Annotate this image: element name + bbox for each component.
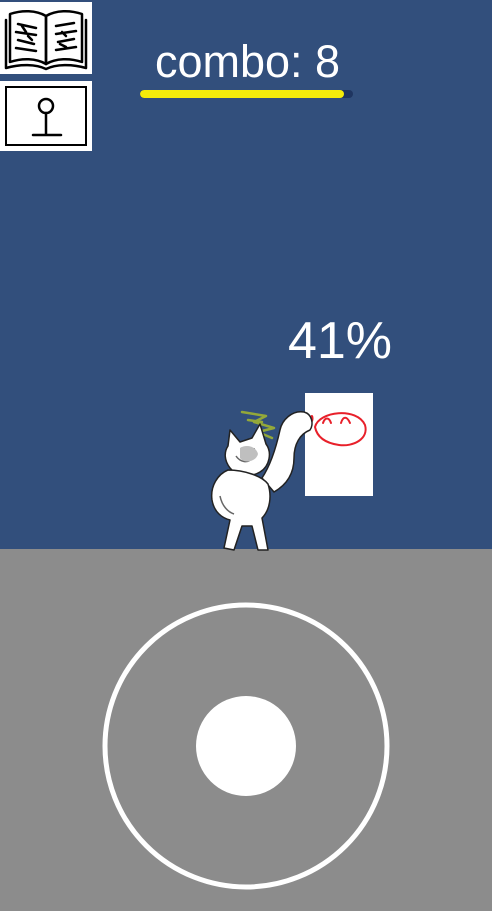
player-character xyxy=(210,410,313,551)
book-button[interactable] xyxy=(0,2,92,74)
controls-button[interactable] xyxy=(0,81,92,151)
open-book-icon xyxy=(4,10,88,71)
combo-meter-fill xyxy=(140,90,345,98)
joystick-icon xyxy=(31,97,63,137)
progress-percent: 41% xyxy=(287,312,393,370)
controls-button-frame xyxy=(5,86,87,146)
game-stage: combo: 8 41% xyxy=(0,0,492,911)
combo-counter: combo: 8 xyxy=(154,36,341,87)
combo-meter xyxy=(140,90,353,98)
joystick-knob[interactable] xyxy=(196,696,296,796)
virtual-joystick[interactable] xyxy=(102,602,390,890)
